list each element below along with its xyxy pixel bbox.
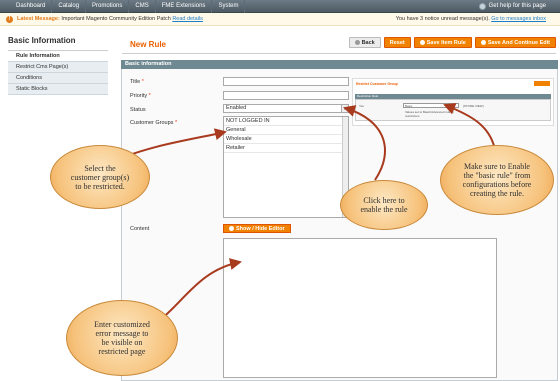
show-hide-editor-button[interactable]: Show / Hide Editor — [223, 224, 291, 233]
reset-button-label: Reset — [389, 40, 405, 46]
show-hide-editor-label: Show / Hide Editor — [236, 226, 285, 232]
save-icon — [419, 40, 425, 46]
back-button[interactable]: Back — [348, 37, 381, 48]
customer-group-option[interactable]: Retailer — [224, 144, 348, 153]
callout-basic-rule: Make sure to Enable the "basic rule" fro… — [440, 145, 554, 215]
callout-line: to be restricted. — [75, 181, 125, 191]
content-textarea[interactable] — [223, 238, 497, 378]
callout-line: configurations before — [462, 180, 532, 189]
save-and-continue-button[interactable]: Save And Continue Edit — [474, 37, 556, 48]
status-select-value: Enabled — [226, 105, 247, 111]
reset-button[interactable]: Reset — [383, 37, 411, 48]
title-input[interactable] — [223, 77, 349, 86]
callout-line: customer group(s) — [70, 172, 130, 182]
sidebar-title: Basic Information — [8, 36, 108, 51]
customer-group-option[interactable]: General — [224, 126, 348, 135]
notice-count-text: You have 3 notice unread message(s). — [395, 16, 490, 22]
callout-line: Enter customized — [94, 320, 150, 329]
priority-label-text: Priority — [130, 93, 148, 99]
required-mark: * — [141, 79, 144, 85]
config-save-button — [534, 81, 550, 86]
menu-item-dashboard[interactable]: Dashboard — [10, 0, 53, 13]
editor-icon — [229, 226, 234, 232]
status-select[interactable]: Enabled ▼ — [223, 104, 349, 113]
callout-content-text: Enter customized error message to be vis… — [94, 320, 150, 356]
callout-line: enable the rule — [360, 205, 408, 214]
help-globe-icon — [478, 3, 486, 10]
header-divider — [122, 53, 556, 54]
tab-conditions[interactable]: Conditions — [8, 73, 108, 84]
priority-input[interactable] — [223, 91, 349, 100]
menu-item-system[interactable]: System — [212, 0, 246, 13]
fieldset-title: Basic information — [121, 60, 558, 69]
content-label: Content — [130, 226, 150, 232]
page-title: New Rule — [130, 40, 167, 49]
title-label-text: Title — [130, 79, 141, 85]
menu-item-catalog[interactable]: Catalog — [52, 0, 87, 13]
latest-message-label: Latest Message: — [17, 16, 60, 22]
notice-count: You have 3 notice unread message(s). Go … — [396, 13, 546, 26]
config-note-2: restrictions — [405, 114, 420, 118]
save-item-rule-label: Save Item Rule — [426, 40, 466, 46]
config-basic-value: Basic — [405, 104, 413, 108]
tab-restrict-cms-pages[interactable]: Restrict Cms Page(s) — [8, 62, 108, 73]
customer-groups-multiselect[interactable]: NOT LOGGED IN General Wholesale Retailer — [223, 116, 349, 218]
save-item-rule-button[interactable]: Save Item Rule — [413, 37, 472, 48]
callout-line: creating the rule. — [470, 189, 524, 198]
menu-item-fme-extensions[interactable]: FME Extensions — [156, 0, 213, 13]
callout-content: Enter customized error message to be vis… — [66, 300, 178, 376]
priority-label: Priority * — [130, 93, 151, 99]
save-continue-icon — [480, 40, 486, 46]
callout-customer-groups: Select the customer group(s) to be restr… — [50, 145, 150, 209]
customer-group-option[interactable]: Wholesale — [224, 135, 348, 144]
back-button-label: Back — [361, 40, 375, 46]
config-screenshot-title: Restrict Customer Group — [356, 82, 398, 86]
config-section-title: Restriction Rule — [357, 94, 379, 98]
read-details-link[interactable]: Read details — [172, 16, 203, 22]
menu-item-promotions[interactable]: Promotions — [86, 0, 130, 13]
title-label: Title * — [130, 79, 144, 85]
config-screenshot: Restrict Customer Group Restriction Rule… — [352, 78, 554, 126]
callout-line: Click here to — [363, 196, 405, 205]
warning-icon: ! — [6, 16, 13, 23]
callout-basic-rule-text: Make sure to Enable the "basic rule" fro… — [463, 162, 532, 198]
callout-line: Select the — [84, 163, 116, 173]
back-arrow-icon — [354, 40, 360, 46]
config-field-label: Yes — [359, 104, 364, 108]
customer-groups-label-text: Customer Groups — [130, 120, 174, 126]
customer-groups-label: Customer Groups * — [130, 120, 177, 126]
latest-message: Latest Message: Important Magento Commun… — [17, 13, 203, 26]
chevron-down-icon: ▼ — [341, 105, 348, 112]
callout-line: the "basic rule" from — [463, 171, 531, 180]
top-navigation: Dashboard Catalog Promotions CMS FME Ext… — [0, 0, 560, 13]
save-and-continue-label: Save And Continue Edit — [487, 40, 550, 46]
menu-item-cms[interactable]: CMS — [129, 0, 156, 13]
action-buttons: Back Reset Save Item Rule Save And Conti… — [348, 37, 556, 48]
callout-customer-groups-text: Select the customer group(s) to be restr… — [71, 164, 129, 191]
help-link-label: Get help for this page — [488, 3, 546, 9]
sidebar: Basic Information Rule Information Restr… — [8, 36, 108, 95]
tab-rule-information[interactable]: Rule Information — [8, 51, 108, 62]
callout-line: restricted page — [98, 347, 146, 356]
status-label: Status — [130, 107, 146, 113]
required-mark: * — [148, 93, 151, 99]
help-link[interactable]: Get help for this page — [478, 0, 546, 13]
tab-static-blocks[interactable]: Static Blocks — [8, 84, 108, 95]
callout-line: Make sure to Enable — [464, 162, 530, 171]
callout-line: be visible on — [101, 338, 143, 347]
notice-bar: ! Latest Message: Important Magento Comm… — [0, 13, 560, 26]
latest-message-text: Important Magento Community Edition Patc… — [61, 16, 171, 22]
callout-status: Click here to enable the rule — [340, 180, 428, 230]
callout-line: error message to — [95, 329, 149, 338]
messages-inbox-link[interactable]: Go to messages inbox — [491, 16, 546, 22]
customer-group-option[interactable]: NOT LOGGED IN — [224, 117, 348, 126]
callout-status-text: Click here to enable the rule — [360, 196, 407, 214]
main-menu: Dashboard Catalog Promotions CMS FME Ext… — [10, 0, 246, 13]
config-scope: [STORE VIEW] — [463, 104, 484, 108]
required-mark: * — [174, 120, 178, 126]
